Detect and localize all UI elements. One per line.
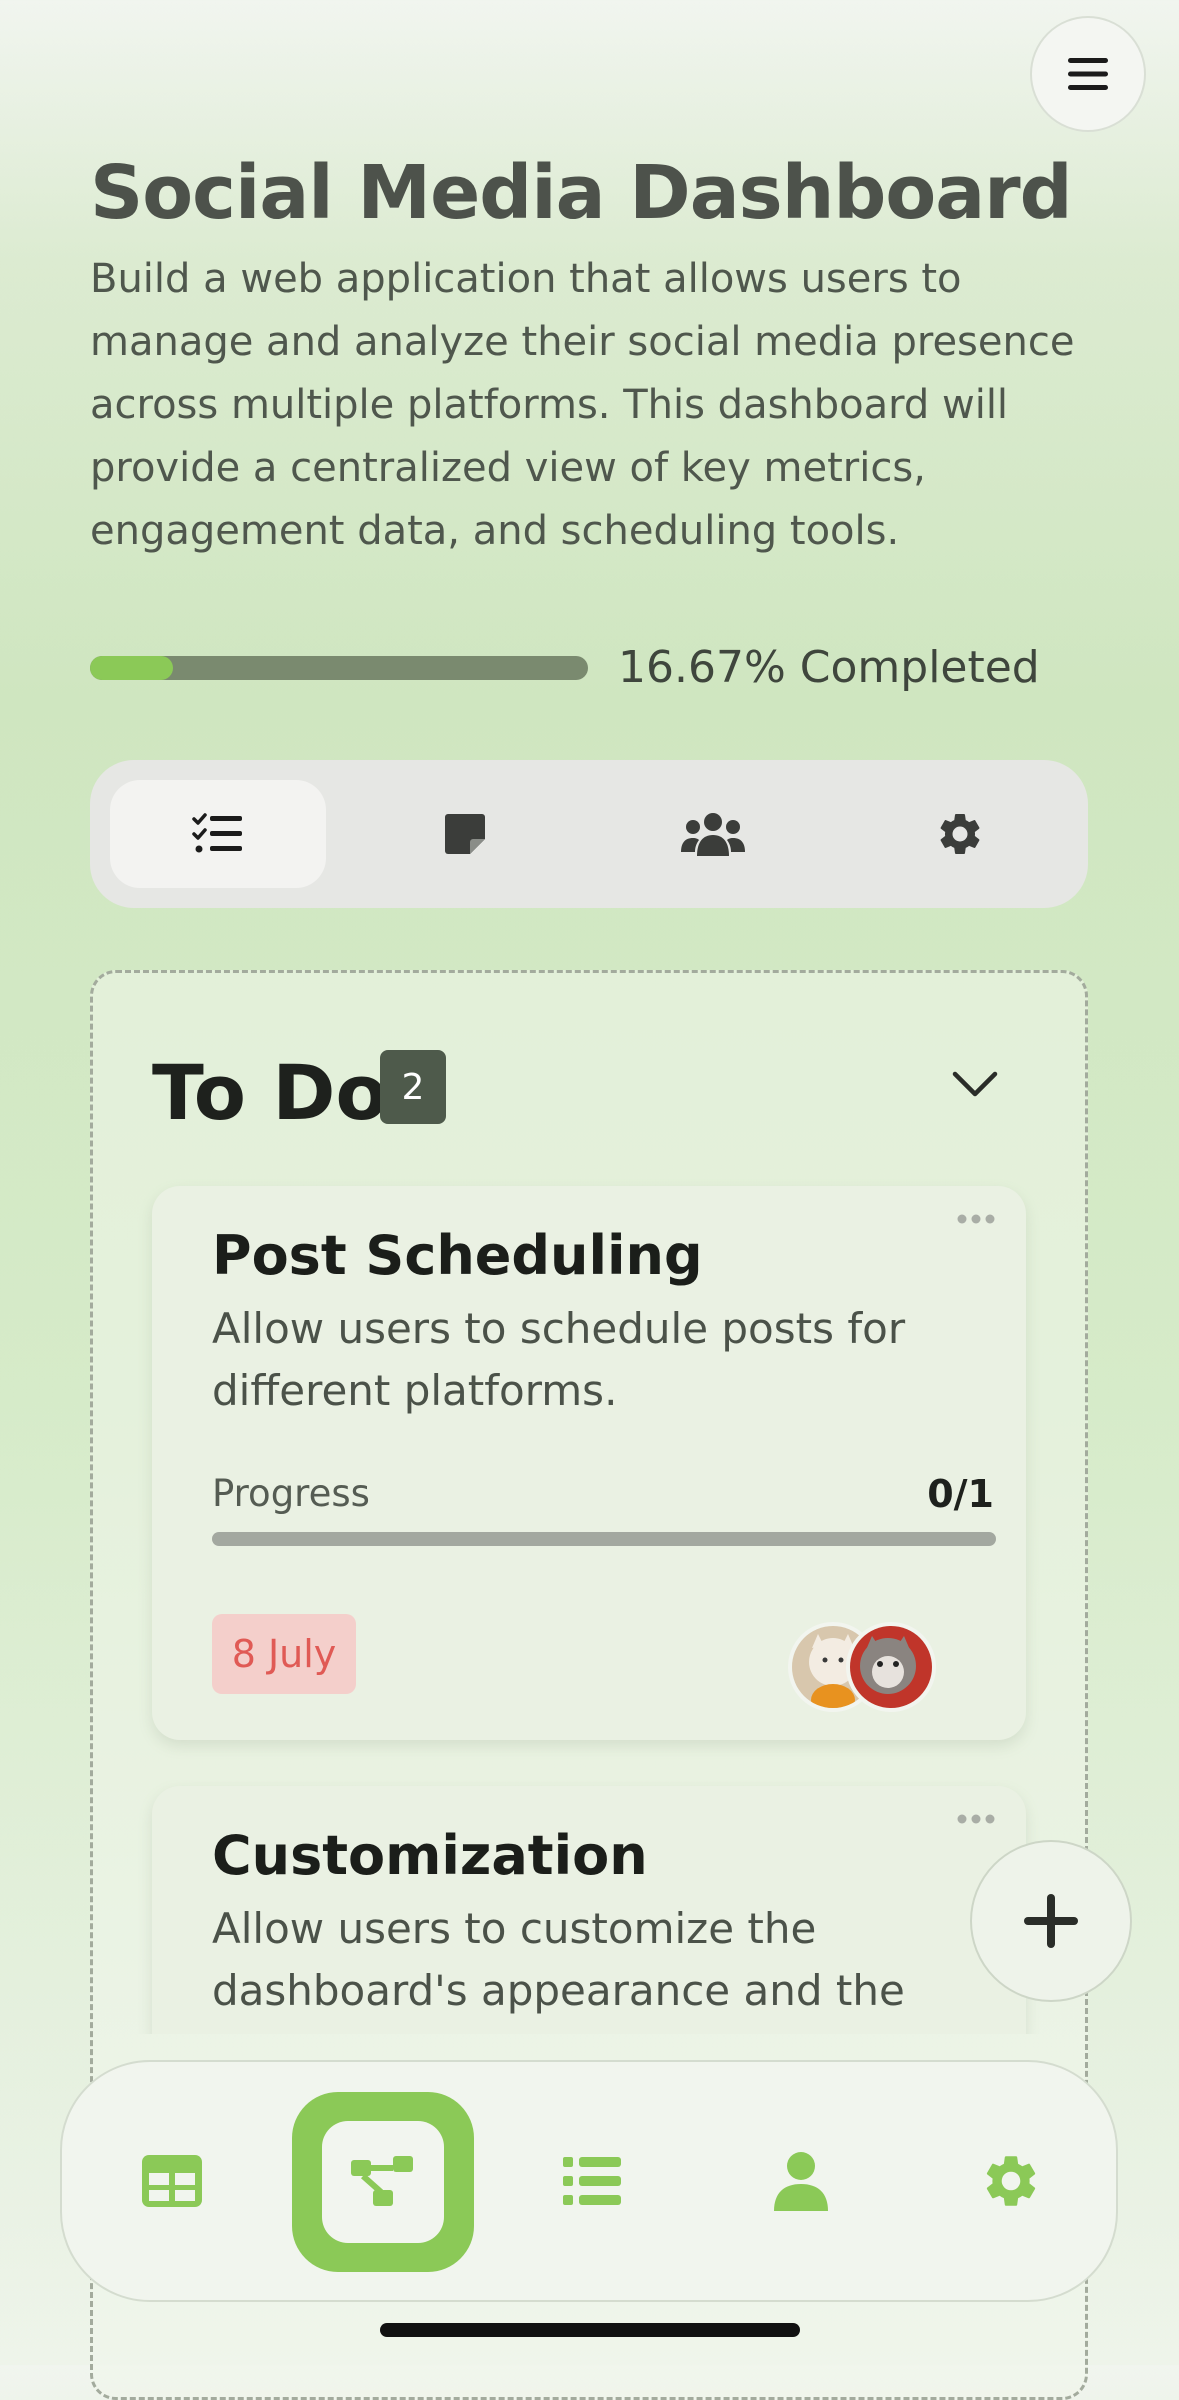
project-progress-bar	[90, 656, 588, 680]
plus-icon	[1024, 1894, 1078, 1948]
list-icon	[563, 2157, 621, 2205]
more-dots-icon	[957, 1214, 995, 1224]
nav-list[interactable]	[502, 2062, 682, 2300]
user-icon	[774, 2152, 828, 2211]
card-title: Post Scheduling	[212, 1224, 703, 1287]
card-progress-label: Progress	[212, 1472, 370, 1515]
note-icon	[445, 814, 485, 854]
project-progress-fill	[90, 656, 174, 680]
more-dots-icon	[957, 1814, 995, 1824]
card-clip: Customization Allow users to customize t…	[90, 1780, 1088, 2034]
hamburger-icon	[1068, 58, 1108, 90]
card-description: Allow users to customize the dashboard's…	[212, 1904, 905, 2015]
nav-profile[interactable]	[711, 2062, 891, 2300]
task-card[interactable]: Customization Allow users to customize t…	[152, 1786, 1026, 2034]
team-icon	[681, 813, 745, 856]
view-tab-bar	[90, 760, 1088, 908]
chevron-down-icon	[952, 1071, 998, 1097]
home-indicator	[380, 2323, 800, 2337]
tab-notes[interactable]	[357, 780, 573, 888]
card-progress-value: 0/1	[927, 1472, 994, 1516]
grid-icon	[142, 2155, 202, 2207]
menu-button[interactable]	[1030, 16, 1146, 132]
nav-dashboard[interactable]	[82, 2062, 262, 2300]
nav-workflow[interactable]	[292, 2092, 474, 2272]
card-more-button[interactable]	[956, 1810, 996, 1829]
tab-tasks[interactable]	[110, 780, 326, 888]
add-task-button[interactable]	[970, 1840, 1132, 2002]
nav-settings[interactable]	[921, 2062, 1101, 2300]
due-date-badge: 8 July	[212, 1614, 356, 1694]
column-title: To Do	[152, 1048, 388, 1137]
avatar[interactable]	[846, 1622, 936, 1712]
flow-icon	[351, 2156, 413, 2206]
nav-workflow-inner	[322, 2121, 444, 2243]
card-title: Customization	[212, 1824, 648, 1887]
task-card[interactable]: Post Scheduling Allow users to schedule …	[152, 1186, 1026, 1740]
bottom-navigation	[60, 2060, 1118, 2302]
collapse-column-button[interactable]	[952, 1070, 998, 1102]
card-more-button[interactable]	[956, 1210, 996, 1229]
checklist-icon	[192, 813, 242, 853]
gear-icon	[986, 2156, 1036, 2206]
tab-settings[interactable]	[852, 780, 1068, 888]
cat-avatar-image	[850, 1626, 932, 1708]
project-description: Build a web application that allows user…	[90, 256, 1075, 554]
tab-team[interactable]	[605, 780, 821, 888]
gear-icon	[940, 813, 980, 854]
column-count-badge: 2	[380, 1050, 446, 1124]
page-title: Social Media Dashboard	[90, 150, 1073, 236]
project-progress-label: 16.67% Completed	[618, 642, 1040, 693]
card-progress-bar	[212, 1532, 996, 1546]
card-description: Allow users to schedule posts for differ…	[212, 1304, 906, 1415]
